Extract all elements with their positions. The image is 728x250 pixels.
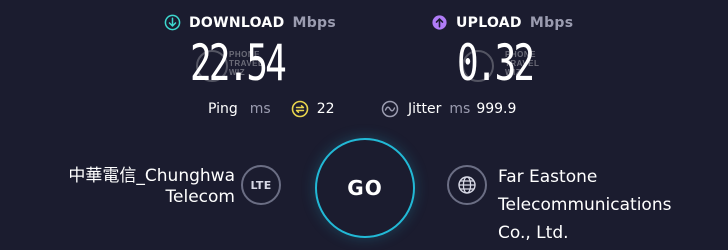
- ping-icon: [291, 100, 309, 118]
- globe-icon: [458, 176, 476, 194]
- upload-unit: Mbps: [529, 14, 574, 31]
- server-globe-badge[interactable]: [447, 165, 487, 205]
- watermark-logo-icon: [462, 50, 494, 82]
- isp-name-line1: 中華電信_Chunghwa: [68, 166, 235, 186]
- download-arrow-icon: [164, 14, 181, 31]
- lte-badge[interactable]: LTE: [241, 165, 281, 205]
- isp-name-line2: Telecom: [165, 187, 235, 207]
- isp-name[interactable]: 中華電信_Chunghwa Telecom: [68, 166, 235, 208]
- server-name-line3: Co., Ltd.: [498, 223, 569, 243]
- upload-header: UPLOAD Mbps: [431, 14, 573, 31]
- download-label: DOWNLOAD: [189, 14, 285, 31]
- jitter-value: 999.9: [476, 101, 517, 117]
- go-button[interactable]: GO: [315, 138, 415, 238]
- ping-value: 22: [316, 101, 335, 117]
- jitter-label: Jitter: [408, 101, 442, 117]
- jitter-unit: ms: [449, 101, 471, 117]
- download-watermark: PHONE TRAVEL WIZ: [229, 50, 264, 77]
- watermark-logo-icon: [196, 50, 228, 82]
- server-name-line2: Telecommunications: [498, 195, 672, 215]
- server-name-line1: Far Eastone: [498, 167, 598, 187]
- upload-watermark: PHONE TRAVEL WIZ: [505, 50, 540, 77]
- jitter-row: Jitter ms 999.9: [381, 100, 516, 118]
- jitter-icon: [381, 100, 399, 118]
- upload-label: UPLOAD: [456, 14, 522, 31]
- ping-row: Ping ms 22: [208, 100, 335, 118]
- go-button-label: GO: [347, 176, 383, 200]
- ping-unit: ms: [249, 101, 271, 117]
- upload-arrow-icon: [432, 15, 447, 30]
- download-unit: Mbps: [292, 14, 337, 31]
- lte-badge-label: LTE: [250, 178, 272, 192]
- server-name[interactable]: Far Eastone Telecommunications Co., Ltd.: [498, 163, 671, 247]
- ping-label: Ping: [208, 101, 238, 117]
- download-header: DOWNLOAD Mbps: [164, 14, 336, 31]
